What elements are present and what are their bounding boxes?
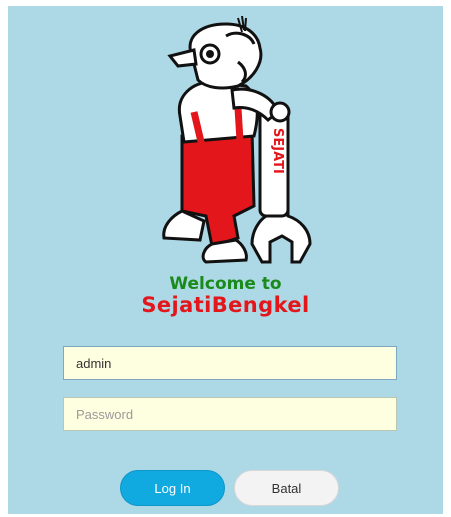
wrench-logo-text: SEJATI bbox=[270, 128, 285, 174]
brand-title: SejatiBengkel bbox=[141, 293, 310, 317]
wrench-icon: SEJATI bbox=[250, 104, 312, 264]
username-field[interactable] bbox=[63, 346, 397, 380]
cancel-button[interactable]: Batal bbox=[234, 470, 339, 506]
password-field[interactable] bbox=[63, 397, 397, 431]
welcome-text: Welcome to bbox=[169, 274, 282, 294]
login-button[interactable]: Log In bbox=[120, 470, 225, 506]
login-panel: SEJATI Welcome to SejatiBengkel Log In B… bbox=[8, 6, 443, 514]
mascot-logo: SEJATI bbox=[162, 16, 312, 264]
